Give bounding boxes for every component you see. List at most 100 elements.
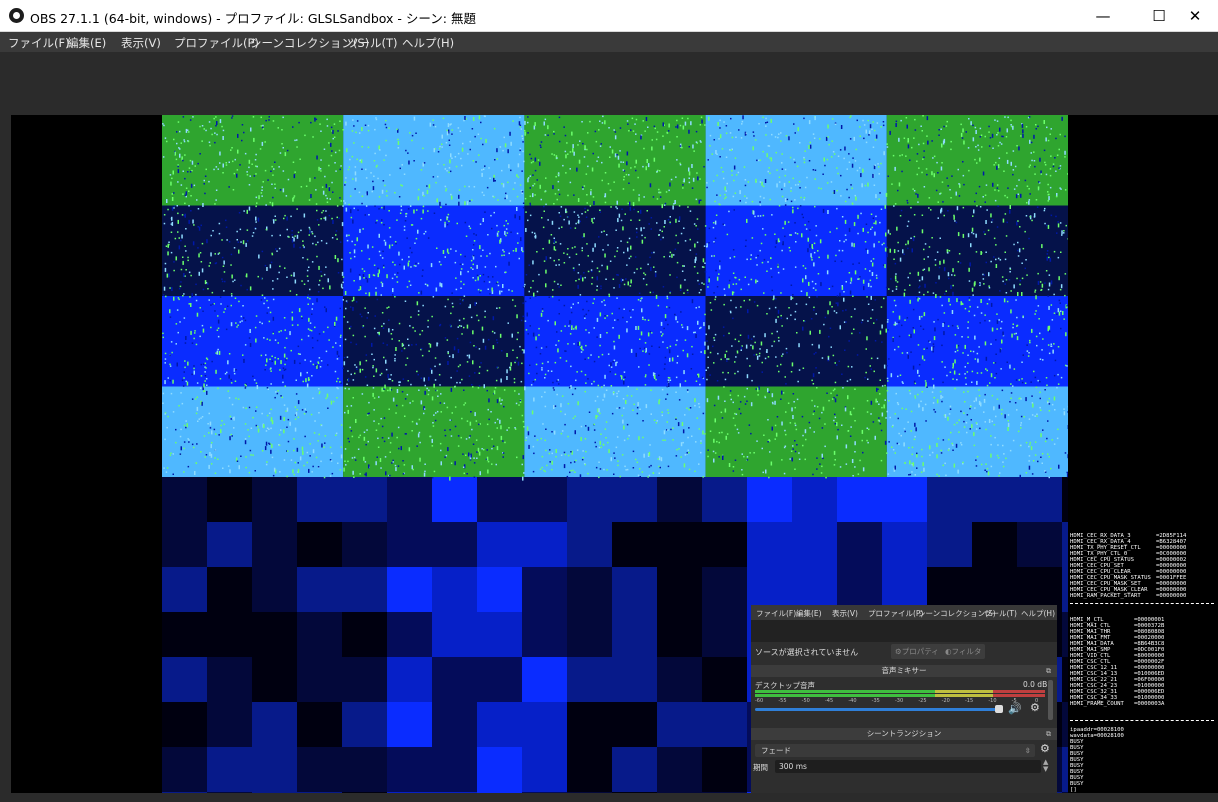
shader-block <box>522 567 567 612</box>
noise-dot <box>656 170 658 173</box>
minimize-button[interactable]: — <box>1080 0 1126 31</box>
noise-dot <box>1003 453 1005 455</box>
noise-dot <box>681 324 683 326</box>
noise-dot <box>437 175 439 178</box>
noise-dot <box>532 174 534 176</box>
menu-view[interactable]: 表示(V) <box>121 35 161 51</box>
noise-dot <box>982 196 984 198</box>
noise-dot <box>1048 410 1051 412</box>
noise-dot <box>632 189 635 191</box>
noise-dot <box>943 259 945 264</box>
noise-dot <box>584 276 586 279</box>
noise-dot <box>676 261 679 264</box>
noise-dot <box>529 214 532 217</box>
noise-dot <box>195 293 197 296</box>
noise-dot <box>409 132 411 134</box>
noise-dot <box>620 240 622 242</box>
noise-dot <box>564 423 566 426</box>
noise-dot <box>372 186 375 191</box>
noise-dot <box>1060 188 1062 190</box>
noise-dot <box>433 212 436 214</box>
noise-dot <box>1035 199 1038 201</box>
noise-dot <box>468 375 471 377</box>
noise-dot <box>845 444 848 449</box>
noise-dot <box>503 405 505 408</box>
noise-dot <box>676 159 678 161</box>
noise-dot <box>232 417 234 419</box>
noise-dot <box>487 460 490 463</box>
noise-dot <box>669 255 671 258</box>
noise-dot <box>979 206 982 208</box>
noise-dot <box>255 216 257 221</box>
noise-dot <box>981 146 983 148</box>
noise-dot <box>943 125 945 128</box>
noise-dot <box>815 289 817 291</box>
noise-dot <box>688 167 690 172</box>
noise-dot <box>895 120 898 123</box>
noise-dot <box>613 340 615 343</box>
noise-dot <box>834 381 837 384</box>
noise-dot <box>716 276 719 281</box>
noise-dot <box>539 161 541 166</box>
menu-file[interactable]: ファイル(F) <box>8 35 70 51</box>
noise-dot <box>223 260 225 265</box>
noise-dot <box>296 146 298 148</box>
noise-dot <box>471 384 473 386</box>
noise-dot <box>302 257 304 259</box>
noise-dot <box>637 176 639 179</box>
menu-tools[interactable]: ツール(T) <box>347 35 398 51</box>
noise-dot <box>1014 165 1017 168</box>
noise-dot <box>568 386 571 389</box>
noise-dot <box>909 272 911 275</box>
noise-dot <box>713 339 716 341</box>
noise-dot <box>913 137 915 139</box>
noise-dot <box>441 134 443 139</box>
noise-dot <box>944 366 946 368</box>
noise-dot <box>775 239 778 244</box>
noise-dot <box>248 206 251 211</box>
noise-dot <box>335 316 338 321</box>
noise-dot <box>573 328 575 330</box>
noise-dot <box>238 465 240 470</box>
noise-dot <box>705 369 707 371</box>
noise-dot <box>828 288 831 290</box>
noise-dot <box>928 267 930 272</box>
noise-dot <box>346 239 349 242</box>
noise-dot <box>1008 279 1011 281</box>
menu-profile[interactable]: プロファイル(P) <box>174 35 259 51</box>
shader-block <box>702 612 747 657</box>
noise-dot <box>162 402 164 404</box>
noise-dot <box>335 230 338 232</box>
noise-dot <box>340 334 342 337</box>
noise-dot <box>1039 397 1041 400</box>
menu-edit[interactable]: 編集(E) <box>67 35 106 51</box>
noise-dot <box>957 345 960 347</box>
noise-dot <box>687 391 689 393</box>
noise-dot <box>672 205 674 210</box>
noise-dot <box>187 140 190 143</box>
noise-dot <box>692 177 695 182</box>
menu-help[interactable]: ヘルプ(H) <box>402 35 454 51</box>
noise-dot <box>840 174 842 177</box>
noise-dot <box>746 218 748 223</box>
noise-dot <box>945 125 948 127</box>
noise-dot <box>881 324 883 329</box>
noise-dot <box>639 300 642 302</box>
noise-dot <box>190 210 192 212</box>
noise-dot <box>261 250 264 253</box>
close-button[interactable]: ✕ <box>1172 0 1218 31</box>
noise-dot <box>381 437 384 439</box>
noise-dot <box>764 357 767 360</box>
noise-dot <box>790 234 792 236</box>
noise-dot <box>468 354 471 359</box>
noise-dot <box>875 134 878 139</box>
noise-dot <box>755 256 757 259</box>
noise-dot <box>193 184 196 187</box>
noise-dot <box>988 298 991 301</box>
noise-dot <box>564 134 567 137</box>
noise-dot <box>353 249 356 254</box>
noise-dot <box>642 318 644 320</box>
noise-dot <box>187 259 189 262</box>
noise-dot <box>817 273 820 275</box>
noise-dot <box>313 432 316 434</box>
